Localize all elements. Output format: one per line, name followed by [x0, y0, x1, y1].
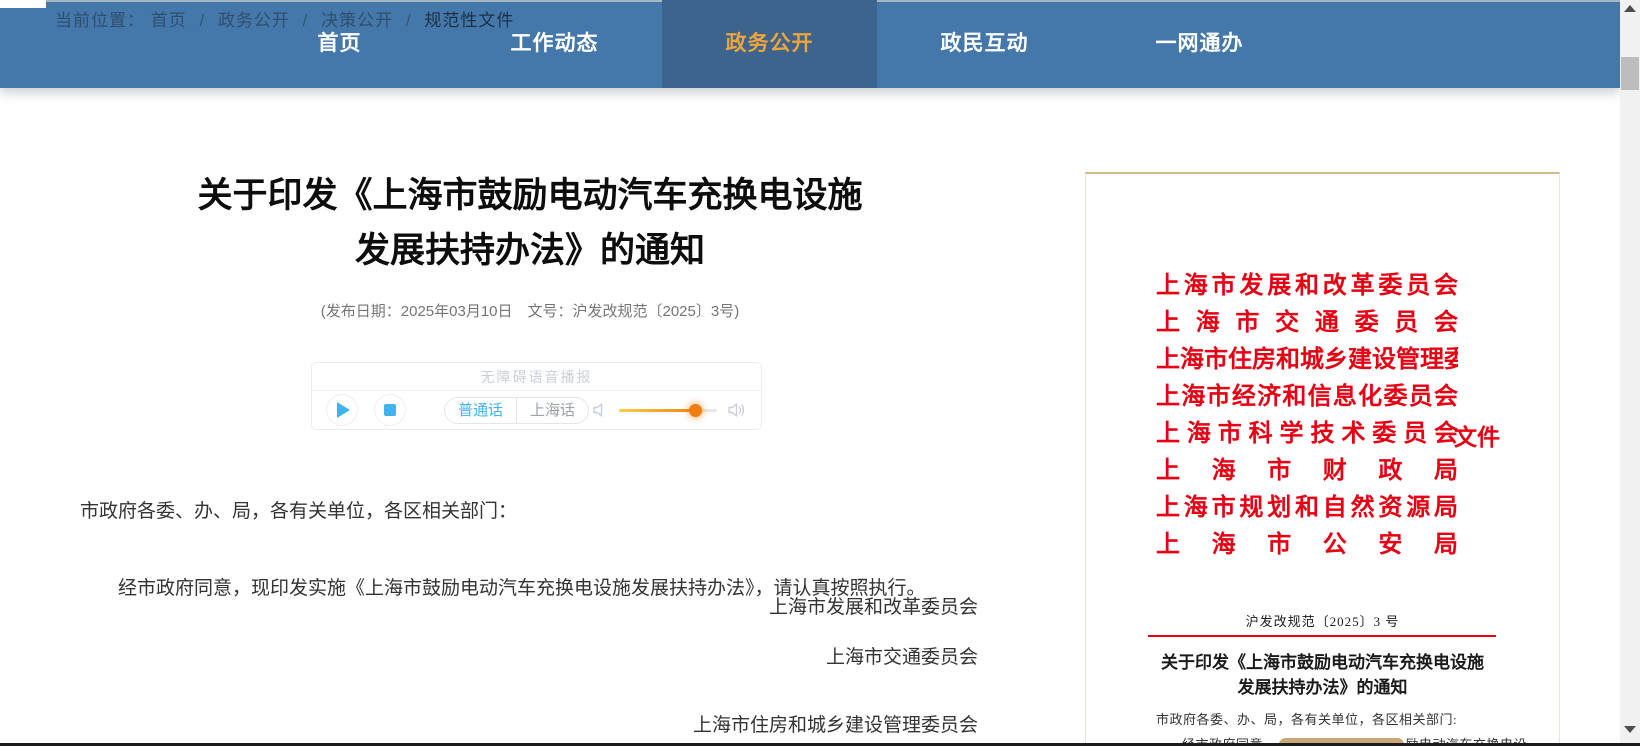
- article-paragraph-salutation: 市政府各委、办、局，各有关单位，各区相关部门：: [80, 496, 980, 523]
- speaker-waves-icon[interactable]: [727, 401, 747, 419]
- player-title: 无障碍语音播报: [312, 363, 761, 391]
- article-body: 市政府各委、办、局，各有关单位，各区相关部门： 经市政府同意，现印发实施《上海市…: [80, 496, 980, 600]
- breadcrumb-separator: /: [199, 11, 205, 30]
- article-paragraph-main: 经市政府同意，现印发实施《上海市鼓励电动汽车充换电设施发展扶持办法》，请认真按照…: [80, 573, 980, 600]
- signature-housing: 上海市住房和城乡建设管理委员会: [0, 716, 978, 736]
- play-button[interactable]: [326, 394, 358, 426]
- tab-work-news[interactable]: 工作动态: [447, 0, 662, 88]
- signature-ndrc: 上海市发展和改革委员会: [0, 598, 978, 618]
- publish-meta: (发布日期：2025年03月10日 文号：沪发改规范〔2025〕3号): [0, 300, 1060, 321]
- agency-line: 上海市交通委员会: [1156, 305, 1458, 342]
- scrollbar-up-arrow[interactable]: [1620, 0, 1640, 17]
- up-arrow-icon: [1624, 5, 1636, 12]
- nav-tabs: 首页 工作动态 政务公开 政民互动 一网通办: [232, 0, 1307, 88]
- agency-line: 上海市住房和城乡建设管理委员会: [1156, 342, 1458, 379]
- document-title-line2: 发展扶持办法》的通知: [1086, 675, 1559, 700]
- breadcrumb-home[interactable]: 首页: [151, 11, 187, 30]
- down-arrow-icon: [1624, 726, 1636, 733]
- document-title-line1: 关于印发《上海市鼓励电动汽车充换电设施: [1086, 650, 1559, 675]
- agency-line: 上海市科学技术委员会: [1156, 416, 1458, 453]
- document-body-line1: 市政府各委、办、局，各有关单位，各区相关部门:: [1156, 709, 1516, 728]
- scrollbar-thumb[interactable]: [1621, 57, 1639, 90]
- document-agency-list: 上海市发展和改革委员会 上海市交通委员会 上海市住房和城乡建设管理委员会 上海市…: [1156, 268, 1458, 564]
- tab-one-stop[interactable]: 一网通办: [1092, 0, 1307, 88]
- volume-thumb[interactable]: [689, 404, 702, 417]
- agency-line: 上海市财政局: [1156, 453, 1458, 490]
- page-title-line1: 关于印发《上海市鼓励电动汽车充换电设施: [0, 168, 1060, 223]
- signature-transport: 上海市交通委员会: [0, 648, 978, 668]
- official-document-image: 上海市发展和改革委员会 上海市交通委员会 上海市住房和城乡建设管理委员会 上海市…: [1085, 172, 1560, 746]
- page-title-line2: 发展扶持办法》的通知: [0, 223, 1060, 278]
- browser-corner-notch: [0, 0, 46, 8]
- breadcrumb-label: 当前位置：: [55, 11, 145, 30]
- tab-home[interactable]: 首页: [232, 0, 447, 88]
- play-icon: [337, 402, 350, 418]
- language-option-mandarin[interactable]: 普通话: [445, 398, 516, 423]
- agency-line: 上海市发展和改革委员会: [1156, 268, 1458, 305]
- volume-slider[interactable]: [619, 409, 717, 412]
- document-wenjian-label: 文件: [1454, 418, 1500, 452]
- volume-control: [591, 401, 747, 419]
- signature-block: 上海市发展和改革委员会 上海市交通委员会 上海市住房和城乡建设管理委员会: [0, 598, 978, 746]
- speaker-muted-icon[interactable]: [591, 401, 609, 419]
- stop-button[interactable]: [374, 394, 406, 426]
- scrollbar[interactable]: [1620, 0, 1640, 746]
- document-red-divider: [1148, 635, 1496, 637]
- agency-line: 上海市公安局: [1156, 527, 1458, 564]
- agency-line: 上海市规划和自然资源局: [1156, 490, 1458, 527]
- tab-interaction[interactable]: 政民互动: [877, 0, 1092, 88]
- agency-line: 上海市经济和信息化委员会: [1156, 379, 1458, 416]
- scrollbar-down-arrow[interactable]: [1620, 721, 1640, 738]
- player-controls: 普通话 上海话: [312, 391, 761, 429]
- tab-gov-info[interactable]: 政务公开: [662, 0, 877, 88]
- page: 当前位置： 首页 / 政务公开 / 决策公开 / 规范性文件 首页 工作动态 政…: [0, 0, 1640, 746]
- article-column: 关于印发《上海市鼓励电动汽车充换电设施 发展扶持办法》的通知 (发布日期：202…: [0, 88, 1060, 746]
- voice-broadcast-player: 无障碍语音播报 普通话 上海话: [311, 362, 762, 430]
- document-number: 沪发改规范〔2025〕3 号: [1086, 611, 1559, 630]
- volume-fill: [619, 409, 695, 412]
- language-toggle: 普通话 上海话: [444, 397, 589, 424]
- document-title: 关于印发《上海市鼓励电动汽车充换电设施 发展扶持办法》的通知: [1086, 650, 1559, 700]
- page-title: 关于印发《上海市鼓励电动汽车充换电设施 发展扶持办法》的通知: [0, 168, 1060, 278]
- stop-icon: [384, 404, 396, 416]
- language-option-shanghainese[interactable]: 上海话: [516, 398, 588, 423]
